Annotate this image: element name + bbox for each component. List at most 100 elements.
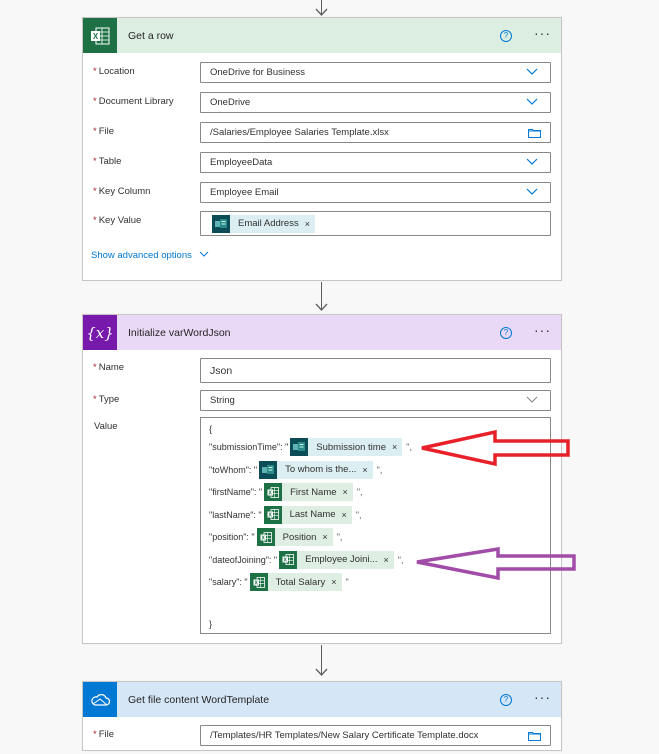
json-line: "dateofJoining": " X Employee Joini... × ", (209, 549, 542, 572)
name-input[interactable]: Json (200, 358, 551, 383)
json-line: "position": " X Position × ", (209, 526, 542, 549)
onedrive-icon (83, 682, 117, 717)
excel-icon: X (83, 18, 117, 53)
field-label: * Table (93, 156, 122, 167)
forms-icon (290, 438, 309, 457)
json-line: "submissionTime": " Submission time × ", (209, 436, 542, 459)
more-options-icon[interactable]: ··· (534, 690, 551, 706)
remove-token-icon[interactable]: × (322, 532, 327, 542)
location-dropdown[interactable]: OneDrive for Business (200, 62, 551, 83)
field-label: * Type (93, 394, 120, 405)
json-close-brace: } (209, 619, 213, 629)
dynamic-content-token[interactable]: Email Address × (212, 214, 315, 233)
connector-arrow-icon (315, 8, 328, 16)
json-key: "position": " (209, 532, 255, 543)
json-key: "dateofJoining": " (209, 554, 278, 565)
file-input[interactable]: /Salaries/Employee Salaries Template.xls… (200, 122, 551, 143)
card-title[interactable]: Get a row (128, 30, 500, 42)
chevron-down-icon[interactable] (526, 158, 538, 166)
json-suffix: ", (406, 442, 412, 453)
json-key: "submissionTime": " (209, 442, 289, 453)
dynamic-content-token[interactable]: X First Name × (264, 483, 353, 502)
excel-icon: X (263, 505, 282, 524)
token-label: Submission time (316, 441, 386, 453)
action-card-get-file-content: Get file content WordTemplate ? ··· * Fil… (82, 681, 562, 751)
card-title[interactable]: Initialize varWordJson (128, 327, 500, 339)
remove-token-icon[interactable]: × (305, 219, 310, 229)
dynamic-content-token[interactable]: X Employee Joini... × (279, 550, 394, 569)
token-label: Total Salary (275, 576, 326, 588)
more-options-icon[interactable]: ··· (534, 323, 551, 339)
field-label: * Location (93, 66, 135, 77)
chevron-down-icon[interactable] (526, 68, 538, 76)
remove-token-icon[interactable]: × (392, 442, 397, 452)
field-label: * File (93, 126, 115, 137)
key-column-dropdown[interactable]: Employee Email (200, 182, 551, 203)
json-line: "firstName": " X First Name × ", (209, 481, 542, 504)
token-label: First Name (290, 486, 337, 498)
dynamic-content-token[interactable]: Submission time × (290, 438, 403, 457)
dynamic-content-token[interactable]: X Position × (256, 528, 333, 547)
type-dropdown[interactable]: String (200, 390, 551, 411)
card-header[interactable]: X Get a row ? ··· (83, 18, 561, 53)
chevron-down-icon[interactable] (526, 98, 538, 106)
json-key: "toWhom": " (209, 464, 258, 475)
document-library-dropdown[interactable]: OneDrive (200, 92, 551, 113)
remove-token-icon[interactable]: × (343, 487, 348, 497)
forms-icon (212, 214, 230, 233)
token-label: Last Name (289, 509, 336, 521)
chevron-down-icon[interactable] (526, 188, 538, 196)
svg-text:X: X (93, 32, 99, 41)
field-label: Value (94, 421, 118, 432)
key-value-input[interactable]: Email Address × (200, 211, 551, 236)
json-key: "lastName": " (209, 509, 262, 520)
json-key: "firstName": " (209, 487, 263, 498)
token-label: Email Address (238, 218, 299, 229)
forms-icon (259, 460, 278, 479)
remove-token-icon[interactable]: × (362, 465, 367, 475)
excel-icon: X (249, 573, 268, 592)
token-label: To whom is the... (285, 464, 357, 476)
token-label: Employee Joini... (305, 554, 378, 566)
json-open-brace: { (209, 424, 213, 434)
card-header[interactable]: {x} Initialize varWordJson ? ··· (83, 315, 561, 350)
more-options-icon[interactable]: ··· (534, 26, 551, 42)
folder-icon[interactable] (528, 731, 541, 741)
dynamic-content-token[interactable]: X Total Salary × (249, 573, 342, 592)
excel-icon: X (264, 483, 283, 502)
json-suffix: ", (336, 532, 343, 543)
token-label: Position (282, 531, 317, 543)
chevron-down-icon[interactable] (526, 396, 538, 404)
excel-icon: X (256, 528, 275, 547)
dynamic-content-token[interactable]: X Last Name × (263, 505, 352, 524)
action-card-get-a-row: X Get a row ? ··· * Location OneDrive for… (82, 17, 562, 281)
json-suffix: ", (356, 487, 363, 498)
field-label: * Key Column (93, 186, 151, 197)
remove-token-icon[interactable]: × (331, 577, 336, 587)
connector-arrow-icon (315, 668, 328, 676)
remove-token-icon[interactable]: × (342, 510, 347, 520)
value-editor[interactable]: { "submissionTime": " Submission time × ", "… (200, 417, 551, 634)
json-line: "toWhom": " To whom is the... × ", (209, 459, 542, 482)
help-icon[interactable]: ? (500, 326, 512, 339)
chevron-down-icon (199, 251, 208, 257)
field-label: * Key Value (93, 215, 142, 226)
dynamic-content-token[interactable]: To whom is the... × (259, 460, 373, 479)
field-label: * Document Library (93, 96, 174, 107)
folder-icon[interactable] (528, 128, 541, 138)
json-suffix: ", (376, 464, 383, 475)
json-suffix: " (345, 577, 349, 588)
show-advanced-options-link[interactable]: Show advanced options (91, 250, 209, 261)
connector-arrow-icon (315, 303, 328, 311)
help-icon[interactable]: ? (500, 29, 512, 42)
json-line: "lastName": " X Last Name × ", (209, 504, 542, 527)
table-dropdown[interactable]: EmployeeData (200, 152, 551, 173)
file-input[interactable]: /Templates/HR Templates/New Salary Certi… (200, 725, 551, 746)
action-card-initialize-variable: {x} Initialize varWordJson ? ··· * Name J… (82, 314, 562, 644)
card-title[interactable]: Get file content WordTemplate (128, 694, 500, 706)
help-icon[interactable]: ? (500, 693, 512, 706)
variable-icon: {x} (83, 315, 117, 350)
card-header[interactable]: Get file content WordTemplate ? ··· (83, 682, 561, 717)
remove-token-icon[interactable]: × (383, 555, 388, 565)
json-line: "salary": " X Total Salary × " (209, 571, 542, 594)
